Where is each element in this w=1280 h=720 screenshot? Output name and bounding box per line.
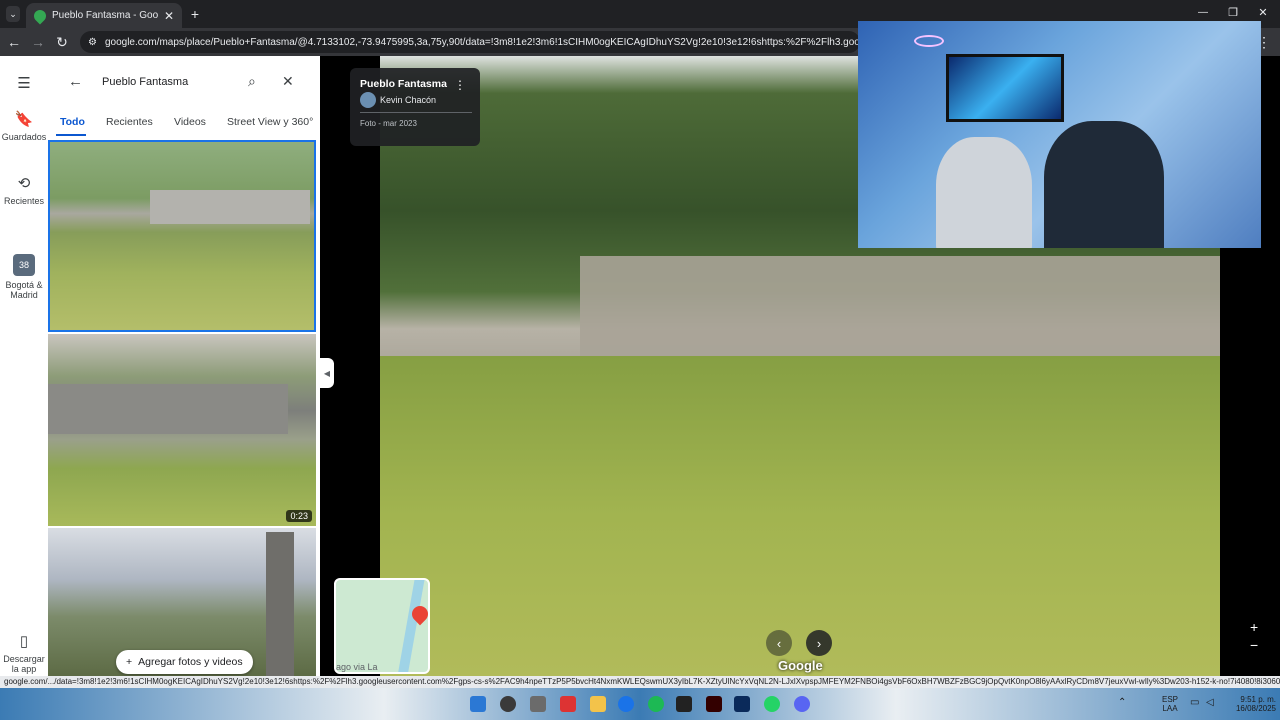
app-m-icon[interactable] bbox=[706, 696, 722, 712]
browser-tab[interactable]: Pueblo Fantasma - Google Maps ✕ bbox=[26, 3, 182, 28]
more-options-icon[interactable]: ⋮ bbox=[454, 78, 466, 92]
neon-planet-lamp-icon bbox=[914, 35, 944, 47]
card-divider bbox=[360, 112, 472, 113]
clear-search-icon[interactable]: ✕ bbox=[282, 73, 294, 90]
search-taskbar-icon[interactable] bbox=[500, 696, 516, 712]
phone-icon: ▯ bbox=[19, 633, 29, 650]
author-avatar[interactable] bbox=[360, 92, 376, 108]
chrome-icon[interactable] bbox=[618, 696, 634, 712]
whatsapp-icon[interactable] bbox=[764, 696, 780, 712]
maps-left-rail: ☰ 🔖 Guardados ⟲ Recientes 38 Bogotá & Ma… bbox=[0, 56, 48, 676]
clock-date: 16/08/2025 bbox=[1235, 704, 1276, 713]
person-left-shape bbox=[936, 137, 1032, 248]
site-info-icon[interactable]: ⚙ bbox=[88, 37, 97, 48]
lang-top: ESP bbox=[1162, 695, 1179, 704]
history-icon: ⟲ bbox=[17, 175, 31, 192]
photo-info-card: Pueblo Fantasma ⋮ Kevin Chacón Foto - ma… bbox=[350, 68, 480, 146]
active-tab-indicator bbox=[56, 134, 86, 136]
reload-icon[interactable]: ↻ bbox=[54, 34, 70, 50]
task-view-icon[interactable] bbox=[530, 696, 546, 712]
video-thumbnail[interactable]: 0:23 bbox=[48, 334, 316, 526]
video-duration-badge: 0:23 bbox=[286, 510, 312, 522]
ruins-shape bbox=[48, 384, 288, 434]
restore-button[interactable]: ❐ bbox=[1226, 5, 1240, 21]
tab-videos[interactable]: Videos bbox=[174, 116, 206, 128]
factory-ruins-shape bbox=[580, 256, 1220, 366]
saved-button[interactable]: 🔖 Guardados bbox=[0, 111, 48, 143]
previous-photo-button[interactable]: ‹ bbox=[766, 630, 792, 656]
menu-button[interactable]: ☰ bbox=[0, 76, 48, 96]
minimap-road-label: ago via La bbox=[336, 662, 378, 672]
search-input[interactable]: Pueblo Fantasma bbox=[102, 76, 188, 88]
vscode-icon[interactable] bbox=[734, 696, 750, 712]
status-bar-url: google.com/.../data=!3m8!1e2!3m6!1sCIHM0… bbox=[0, 676, 1280, 688]
recent-button[interactable]: ⟲ Recientes bbox=[0, 175, 48, 207]
omnibox[interactable]: ⚙ google.com/maps/place/Pueblo+Fantasma/… bbox=[80, 31, 860, 53]
volume-icon[interactable]: ◁ bbox=[1206, 697, 1214, 708]
minimap[interactable]: ago via La bbox=[334, 578, 430, 674]
webcam-overlay bbox=[858, 21, 1261, 248]
add-photos-label: Agregar fotos y videos bbox=[138, 656, 243, 668]
tab-todo[interactable]: Todo bbox=[60, 116, 85, 128]
zoom-in-button[interactable]: + bbox=[1250, 618, 1258, 636]
start-icon[interactable] bbox=[470, 696, 486, 712]
add-photos-button[interactable]: + Agregar fotos y videos bbox=[116, 650, 253, 674]
clock[interactable]: 9:51 p. m. 16/08/2025 bbox=[1224, 695, 1276, 713]
bookmark-icon: 🔖 bbox=[14, 111, 34, 128]
app-icon[interactable] bbox=[560, 696, 576, 712]
recent-label: Recientes bbox=[3, 196, 45, 206]
hamburger-icon: ☰ bbox=[17, 75, 31, 92]
photo-filter-tabs: Todo Recientes Videos Street View y 360° bbox=[48, 112, 320, 136]
close-tab-icon[interactable]: ✕ bbox=[164, 9, 174, 23]
discord-icon[interactable] bbox=[794, 696, 810, 712]
windows-taskbar bbox=[0, 688, 1280, 720]
tab-street-view[interactable]: Street View y 360° bbox=[227, 116, 313, 128]
zoom-out-button[interactable]: − bbox=[1250, 636, 1258, 654]
photo-thumbnail-selected[interactable] bbox=[48, 140, 316, 332]
grass-hill-shape bbox=[380, 356, 1220, 676]
search-box[interactable]: ← Pueblo Fantasma ⌕ ✕ bbox=[58, 66, 310, 98]
new-tab-button[interactable]: + bbox=[188, 6, 202, 22]
background-tv-shape bbox=[946, 54, 1064, 122]
clock-time: 9:51 p. m. bbox=[1240, 695, 1276, 704]
network-icon[interactable]: ▭ bbox=[1190, 697, 1199, 708]
river-shape bbox=[397, 580, 425, 672]
tab-search-icon[interactable]: ⌄ bbox=[6, 6, 20, 22]
google-watermark: Google bbox=[778, 658, 823, 673]
show-hidden-icons-icon[interactable]: ⌃ bbox=[1118, 697, 1126, 708]
place-name[interactable]: Pueblo Fantasma bbox=[360, 78, 447, 90]
back-icon[interactable]: ← bbox=[6, 34, 22, 50]
forward-icon[interactable]: → bbox=[30, 34, 46, 50]
collapse-panel-button[interactable]: ◀ bbox=[320, 358, 334, 388]
back-arrow-icon[interactable]: ← bbox=[68, 73, 83, 90]
close-window-button[interactable]: ✕ bbox=[1256, 5, 1270, 21]
next-photo-button[interactable]: › bbox=[806, 630, 832, 656]
search-icon[interactable]: ⌕ bbox=[248, 73, 256, 90]
trip-button[interactable]: 38 Bogotá & Madrid bbox=[0, 254, 48, 300]
file-explorer-icon[interactable] bbox=[590, 696, 606, 712]
tab-recientes[interactable]: Recientes bbox=[106, 116, 153, 128]
language-indicator[interactable]: ESP LAA bbox=[1162, 695, 1178, 713]
photo-date: Foto - mar 2023 bbox=[360, 119, 417, 128]
photos-panel: ← Pueblo Fantasma ⌕ ✕ Todo Recientes Vid… bbox=[48, 56, 320, 676]
trip-badge: 38 bbox=[13, 254, 35, 276]
ruins-shape bbox=[150, 190, 310, 224]
person-right-shape bbox=[1044, 121, 1164, 248]
url-text: google.com/maps/place/Pueblo+Fantasma/@4… bbox=[104, 36, 860, 48]
author-name[interactable]: Kevin Chacón bbox=[380, 95, 436, 105]
spotify-icon[interactable] bbox=[648, 696, 664, 712]
maps-favicon-icon bbox=[31, 7, 49, 24]
download-label: Descargar la app bbox=[3, 654, 45, 674]
system-tray: ⌃ ESP LAA ▭ ◁ 9:51 p. m. 16/08/2025 bbox=[1112, 688, 1280, 720]
plus-icon: + bbox=[126, 656, 133, 668]
lang-bottom: LAA bbox=[1162, 704, 1178, 713]
trip-label: Bogotá & Madrid bbox=[5, 280, 43, 300]
tower-shape bbox=[266, 532, 294, 676]
zoom-controls: + − bbox=[1250, 618, 1258, 654]
download-app-button[interactable]: ▯ Descargar la app bbox=[0, 633, 48, 675]
tab-title: Pueblo Fantasma - Google Maps bbox=[52, 10, 158, 21]
saved-label: Guardados bbox=[1, 132, 47, 142]
minimize-button[interactable]: — bbox=[1196, 5, 1210, 21]
obs-icon[interactable] bbox=[676, 696, 692, 712]
